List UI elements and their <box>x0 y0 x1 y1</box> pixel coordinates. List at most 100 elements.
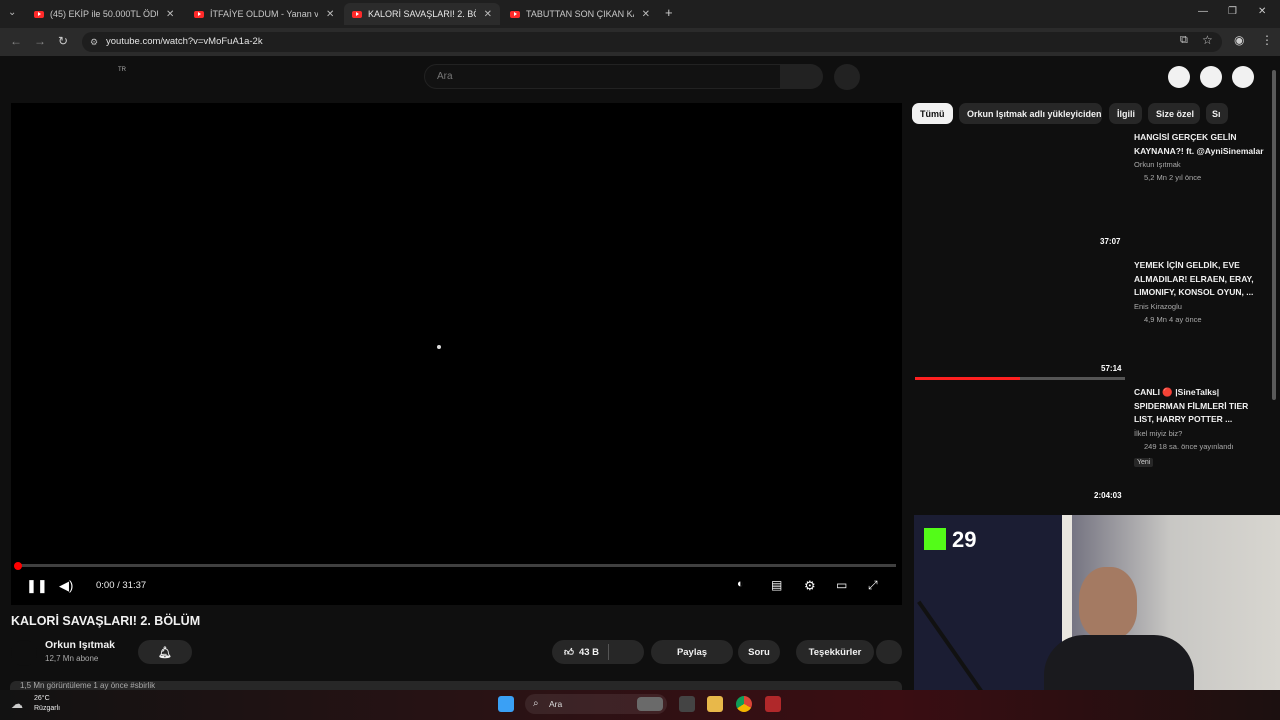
rec-channel: Enis Kirazoglu <box>1134 301 1182 311</box>
progress-bar[interactable] <box>16 564 896 567</box>
search-button[interactable] <box>781 64 823 89</box>
rec-channel: İlkel miyiz biz? <box>1134 428 1183 438</box>
youtube-favicon-icon <box>194 10 204 18</box>
search-highlight-icon <box>637 697 663 711</box>
tab-list-chevron-icon[interactable]: ⌄ <box>8 7 16 18</box>
like-button[interactable]: 👍︎ 43 B <box>552 640 644 664</box>
progress-scrubber[interactable] <box>14 562 22 570</box>
file-explorer-icon[interactable] <box>707 696 723 712</box>
kick-viewer-count: 29 <box>952 527 977 552</box>
streaming-app-icon[interactable] <box>765 696 781 712</box>
notification-bell-button[interactable]: 🔔︎ <box>138 640 192 664</box>
video-player[interactable] <box>11 103 902 605</box>
window-close-icon[interactable]: ✕ <box>1258 6 1266 17</box>
weather-condition: Rüzgarlı <box>34 705 61 712</box>
thumbs-up-icon: 👍︎ <box>564 647 574 658</box>
subtitles-icon[interactable]: ▤ <box>771 578 782 592</box>
share-button[interactable]: Paylaş <box>651 640 733 664</box>
recommended-item-1[interactable]: HANGİSİ GERÇEK GELİN KAYNANA?! ft. @Ayni… <box>1134 131 1264 182</box>
theater-mode-icon[interactable]: ▭ <box>836 578 847 592</box>
reload-icon[interactable]: ↻ <box>58 34 68 48</box>
rec-title: YEMEK İÇİN GELDİK, EVE ALMADILAR! ELRAEN… <box>1134 260 1254 297</box>
youtube-favicon-icon <box>352 10 362 18</box>
settings-gear-icon[interactable]: ⚙ <box>804 578 816 594</box>
tab-2[interactable]: İTFAİYE OLDUM - Yanan var be ✕ <box>186 3 344 25</box>
rec-meta: 4,9 Mn 4 ay önce <box>1144 314 1202 324</box>
channel-avatar[interactable] <box>11 640 37 666</box>
cast-icon[interactable]: ⧉ <box>1180 34 1188 47</box>
watch-progress-fill <box>915 377 1020 380</box>
chip-more[interactable]: Sı <box>1206 103 1228 124</box>
rec-duration: 57:14 <box>1101 364 1122 373</box>
tab-3-title: KALORİ SAVAŞLARI! 2. BÖLÜM <box>368 9 476 19</box>
ask-button[interactable]: Soru <box>738 640 780 664</box>
chip-all[interactable]: Tümü <box>912 103 953 124</box>
tab-4-title: TABUTTAN SON ÇIKAN KAZANI <box>526 9 634 19</box>
browser-menu-icon[interactable]: ⋮ <box>1261 33 1273 47</box>
taskbar-search[interactable]: ⌕ Ara <box>525 694 667 714</box>
back-icon[interactable]: ← <box>10 34 22 48</box>
time-display: 0:00 / 31:37 <box>96 580 147 591</box>
volume-icon[interactable]: ◀) <box>59 578 73 594</box>
rec-duration: 37:07 <box>1100 237 1121 246</box>
voice-search-button[interactable] <box>834 64 860 90</box>
chip-related[interactable]: İlgili <box>1109 103 1142 124</box>
url-field[interactable]: ⚙ youtube.com/watch?v=vMoFuA1a-2k <box>82 32 1222 52</box>
more-actions-button[interactable] <box>876 640 902 664</box>
bell-icon: 🔔︎ <box>158 646 172 659</box>
chrome-icon[interactable] <box>736 696 752 712</box>
watch-progress-track <box>915 377 1125 380</box>
chip-for-you[interactable]: Size özel <box>1148 103 1200 124</box>
taskbar-search-icon: ⌕ <box>533 698 539 709</box>
site-info-icon[interactable]: ⚙ <box>90 32 98 52</box>
youtube-favicon-icon <box>34 10 44 18</box>
chip-from-uploader[interactable]: Orkun Işıtmak adlı yükleyiciden <box>959 103 1102 124</box>
weather-icon[interactable]: ☁ <box>11 697 23 711</box>
account-avatar[interactable] <box>1232 66 1254 88</box>
subscriber-count: 12,7 Mn abone <box>45 654 99 663</box>
fullscreen-icon[interactable]: ⤢ <box>868 578 878 593</box>
bookmark-star-icon[interactable]: ☆ <box>1202 33 1213 47</box>
rec-channel: Orkun Işıtmak <box>1134 160 1181 169</box>
maximize-icon[interactable]: ❐ <box>1228 6 1237 17</box>
notifications-button[interactable] <box>1200 66 1222 88</box>
tab-4[interactable]: TABUTTAN SON ÇIKAN KAZANI ✕ <box>502 3 658 25</box>
tab-3-close-icon[interactable]: ✕ <box>484 9 492 20</box>
forward-icon[interactable]: → <box>34 34 46 48</box>
start-icon[interactable] <box>498 696 514 712</box>
youtube-favicon-icon <box>510 10 520 18</box>
tab-1[interactable]: (45) EKİP ile 50.000TL ÖDÜLLÜ ✕ <box>26 3 184 25</box>
create-button[interactable] <box>1168 66 1190 88</box>
tab-4-close-icon[interactable]: ✕ <box>642 9 650 20</box>
recommended-item-3[interactable]: CANLI 🔴 |SineTalks| SPIDERMAN FİLMLERİ T… <box>1134 386 1264 469</box>
recommended-item-2[interactable]: YEMEK İÇİN GELDİK, EVE ALMADILAR! ELRAEN… <box>1134 259 1264 324</box>
tab-2-title: İTFAİYE OLDUM - Yanan var be <box>210 9 318 19</box>
tab-1-title: (45) EKİP ile 50.000TL ÖDÜLLÜ <box>50 9 158 19</box>
loading-spinner-icon <box>437 345 441 349</box>
task-view-icon[interactable] <box>679 696 695 712</box>
minimize-icon[interactable]: — <box>1198 6 1208 17</box>
taskbar-search-label: Ara <box>549 699 563 709</box>
rec-meta: 249 18 sa. önce yayınlandı <box>1144 441 1234 451</box>
rec-title: HANGİSİ GERÇEK GELİN KAYNANA?! ft. @Ayni… <box>1134 132 1264 156</box>
browser-tab-bar: ⌄ (45) EKİP ile 50.000TL ÖDÜLLÜ ✕ İTFAİY… <box>0 0 1280 28</box>
new-tab-button[interactable]: + <box>665 5 673 20</box>
tab-1-close-icon[interactable]: ✕ <box>166 9 174 20</box>
thanks-button[interactable]: Teşekkürler <box>796 640 874 664</box>
pause-icon[interactable]: ❚❚ <box>26 578 48 594</box>
video-title: KALORİ SAVAŞLARI! 2. BÖLÜM <box>11 614 201 628</box>
weather-temp: 26°C <box>34 695 50 702</box>
webcam-person-head <box>1079 567 1137 639</box>
channel-name[interactable]: Orkun Işıtmak <box>45 639 115 651</box>
profile-icon[interactable]: ◉ <box>1234 33 1244 47</box>
page-scrollbar[interactable] <box>1272 70 1276 400</box>
tab-3-active[interactable]: KALORİ SAVAŞLARI! 2. BÖLÜM ✕ <box>344 3 500 25</box>
new-badge: Yeni <box>1134 457 1154 467</box>
rec-meta: 5,2 Mn 2 yıl önce <box>1144 173 1202 182</box>
rec-duration: 2:04:03 <box>1094 491 1122 500</box>
weather-widget[interactable]: 26°C Rüzgarlı <box>34 694 60 714</box>
search-input[interactable]: Ara <box>424 64 781 89</box>
kick-logo-icon <box>924 528 946 550</box>
autoplay-toggle-icon[interactable]: ◐ <box>737 578 744 590</box>
tab-2-close-icon[interactable]: ✕ <box>326 9 334 20</box>
